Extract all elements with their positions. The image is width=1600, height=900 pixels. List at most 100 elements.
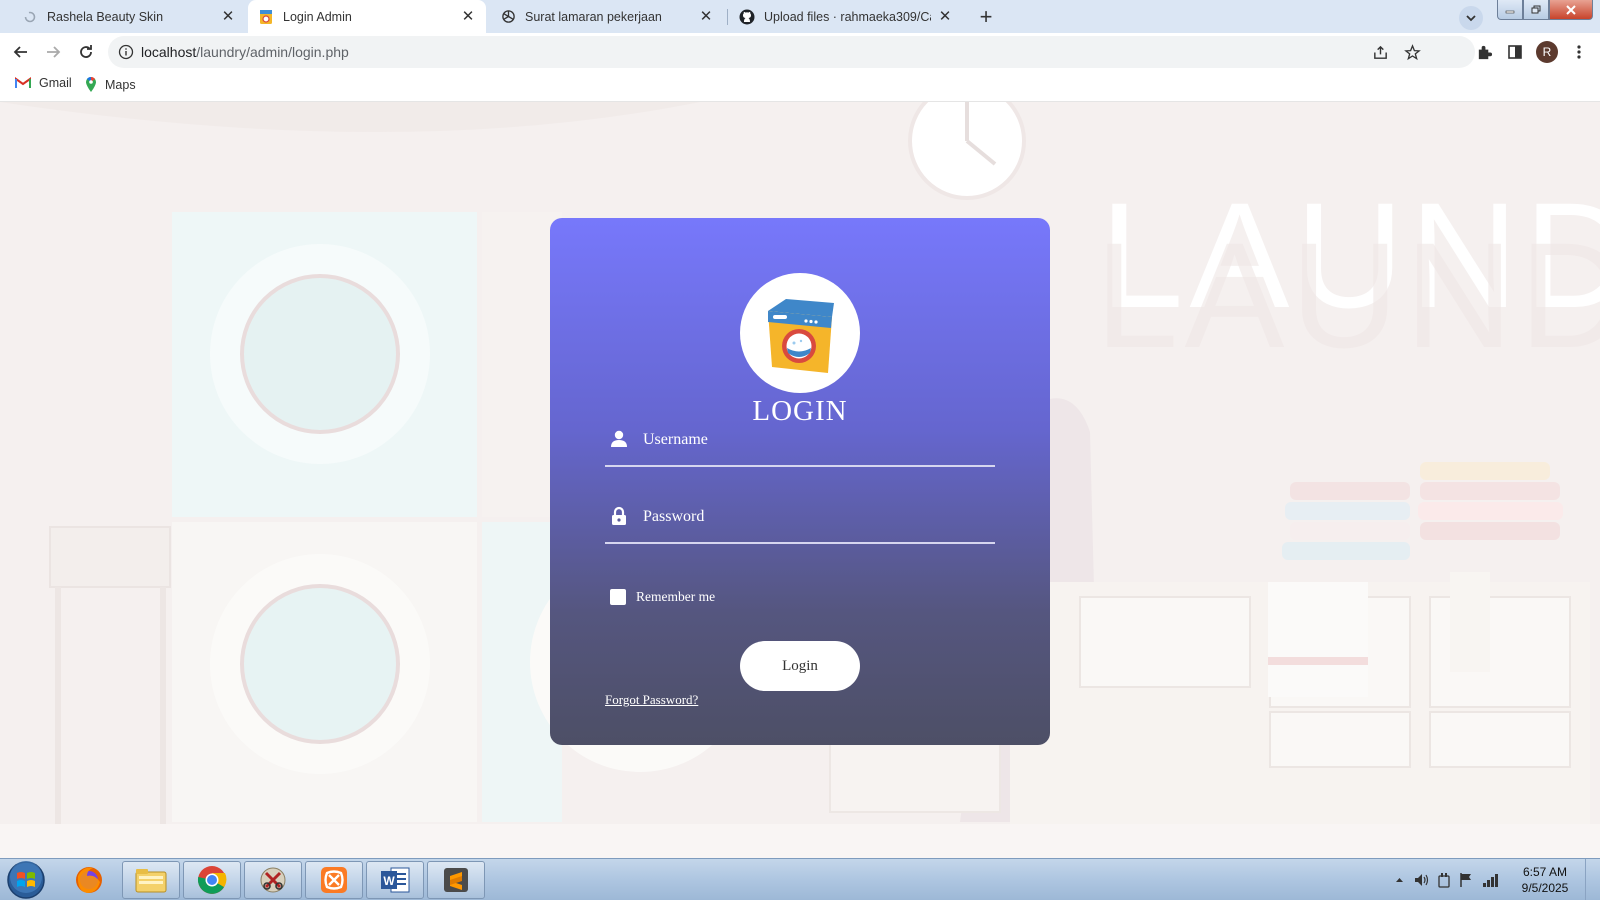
bookmarks-bar: Gmail Maps [0,71,1600,102]
lock-icon [612,506,626,525]
chevron-up-icon [1395,878,1403,882]
power-button[interactable] [1434,871,1454,889]
bookmark-gmail[interactable]: Gmail [15,76,72,90]
bookmark-maps[interactable]: Maps [85,76,136,93]
windows-start-icon [7,861,45,899]
taskbar-chrome[interactable] [183,861,241,899]
remember-checkbox[interactable] [610,589,626,605]
tab-search-button[interactable] [1459,6,1483,30]
tab-github-upload[interactable]: Upload files · rahmaeka309/Caha ✕ [729,0,963,33]
page-viewport: LAUNDRY LAUNDRY [0,102,1600,858]
file-explorer-icon [135,869,167,893]
tab-login-admin[interactable]: Login Admin ✕ [248,0,486,33]
speaker-icon [1415,874,1429,886]
taskbar-word[interactable]: W [366,861,424,899]
battery-plug-icon [1438,873,1450,888]
login-title: LOGIN [752,395,848,427]
windows-taskbar: W 6:57 AM 9/5/2025 [0,858,1600,900]
chrome-icon [197,866,227,894]
tab-title: Upload files · rahmaeka309/Caha [764,9,931,24]
loading-icon [22,9,38,25]
svg-text:W: W [383,874,395,888]
password-placeholder: Password [643,508,705,525]
extensions-button[interactable] [1473,41,1495,63]
browser-toolbar: localhost/laundry/admin/login.php R [0,33,1600,71]
reload-button[interactable] [74,40,98,64]
chevron-down-icon [1466,15,1476,22]
tab-rashela-beauty-skin[interactable]: Rashela Beauty Skin ✕ [14,0,244,33]
back-button[interactable] [9,40,33,64]
url-text: localhost/laundry/admin/login.php [141,44,349,60]
remember-me[interactable]: Remember me [610,589,715,605]
close-window-button[interactable] [1549,0,1593,20]
taskbar-firefox[interactable] [60,861,118,899]
login-button[interactable]: Login [740,641,860,691]
tab-close-icon[interactable]: ✕ [220,8,236,25]
username-placeholder: Username [643,431,708,448]
minimize-button[interactable] [1497,0,1523,20]
forward-button[interactable] [41,40,65,64]
tab-close-icon[interactable]: ✕ [698,8,714,25]
username-field[interactable]: Username [605,427,995,467]
kebab-menu-icon [1577,45,1581,59]
browser-menu-button[interactable] [1568,41,1590,63]
word-icon: W [381,867,410,893]
puzzle-icon [1478,45,1492,59]
arrow-left-icon [13,46,27,58]
svg-text:LAUNDRY: LAUNDRY [1095,211,1600,379]
taskbar-sublime-text[interactable] [427,861,485,899]
tab-separator [727,9,728,25]
user-icon [611,430,627,447]
xampp-icon [321,867,347,893]
clock-time: 6:57 AM [1522,865,1568,879]
tab-title: Login Admin [283,9,352,24]
laundry-logo [740,273,860,393]
action-center-button[interactable] [1456,871,1476,889]
share-icon [1373,45,1387,59]
sublime-text-icon [444,868,468,892]
taskbar-xampp[interactable] [305,861,363,899]
gmail-icon [15,77,31,88]
show-hidden-icons[interactable] [1392,871,1406,889]
new-tab-button[interactable]: + [973,4,999,30]
login-card: LOGIN Username Password Remember me Logi… [550,218,1050,745]
address-bar[interactable]: localhost/laundry/admin/login.php [108,36,1475,68]
bookmark-star-button[interactable] [1401,41,1423,63]
snipping-tool-icon [260,867,286,893]
bookmark-label: Maps [105,77,136,92]
info-icon[interactable] [118,44,134,60]
password-field[interactable]: Password [605,504,995,544]
share-button[interactable] [1369,41,1391,63]
clock-date: 9/5/2025 [1521,881,1569,895]
show-desktop-button[interactable] [1585,859,1600,900]
url-path: /laundry/admin/login.php [196,44,349,60]
tab-close-icon[interactable]: ✕ [460,8,476,25]
side-panel-icon [1508,45,1522,59]
side-panel-button[interactable] [1504,41,1526,63]
volume-button[interactable] [1412,871,1432,889]
tab-title: Surat lamaran pekerjaan [525,9,662,24]
network-button[interactable] [1480,871,1502,889]
maps-icon [86,77,96,92]
signal-bars-icon [1483,874,1498,887]
washing-machine-icon [768,299,834,373]
arrow-right-icon [47,46,61,58]
star-icon [1403,43,1421,60]
bookmark-label: Gmail [39,76,72,90]
remember-label: Remember me [636,589,716,604]
taskbar-snipping-tool[interactable] [244,861,302,899]
tab-close-icon[interactable]: ✕ [937,8,953,25]
start-button[interactable] [6,860,46,900]
firefox-icon [76,867,102,893]
tab-title: Rashela Beauty Skin [47,9,164,24]
tab-surat-lamaran[interactable]: Surat lamaran pekerjaan ✕ [490,0,724,33]
chatgpt-icon [500,9,516,25]
system-clock[interactable]: 6:57 AM 9/5/2025 [1510,864,1580,896]
maximize-button[interactable] [1523,0,1549,20]
forgot-password-link[interactable]: Forgot Password? [605,692,698,708]
profile-avatar[interactable]: R [1536,41,1558,63]
taskbar-file-explorer[interactable] [122,861,180,899]
flag-icon [1460,873,1471,887]
url-host: localhost [141,44,197,60]
browser-tab-strip: Rashela Beauty Skin ✕ Login Admin ✕ Sura… [0,0,1600,33]
